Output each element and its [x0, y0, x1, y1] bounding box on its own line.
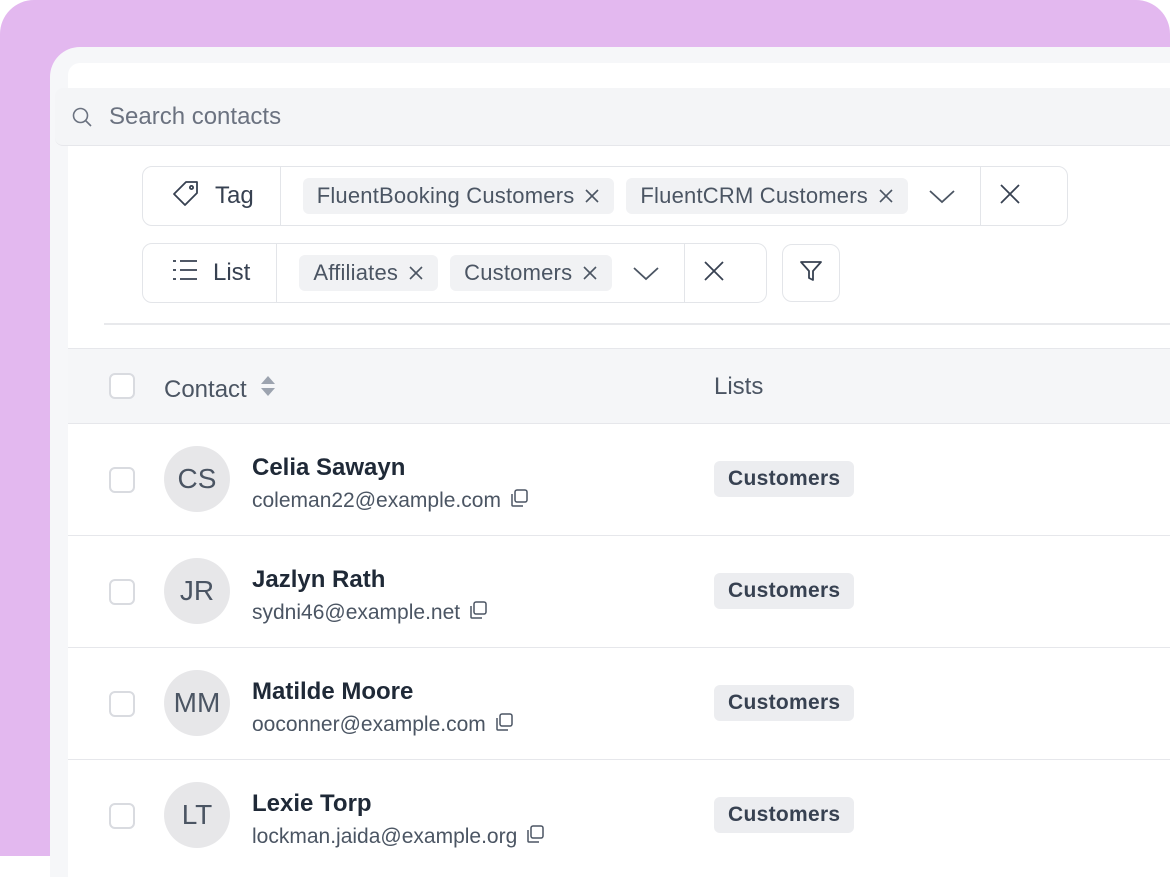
contact-email: lockman.jaida@example.org: [252, 825, 518, 848]
list-chip: Customers: [450, 255, 613, 291]
list-chip-label: Customers: [464, 260, 573, 285]
tag-chip: FluentCRM Customers: [626, 178, 908, 214]
list-filter-field[interactable]: List: [143, 244, 278, 302]
lists-header-label: Lists: [714, 373, 764, 400]
copy-icon[interactable]: [468, 600, 488, 626]
close-icon[interactable]: [582, 186, 602, 206]
row-checkbox[interactable]: [109, 803, 135, 829]
row-checkbox[interactable]: [109, 579, 135, 605]
tag-chips: FluentBooking Customers FluentCRM Custom…: [281, 167, 980, 225]
copy-icon[interactable]: [525, 824, 545, 850]
select-all-checkbox[interactable]: [109, 373, 135, 399]
table-row[interactable]: CS Celia Sawayn coleman22@example.com Cu…: [68, 424, 1170, 536]
list-badge: Customers: [714, 797, 855, 833]
row-checkbox[interactable]: [109, 467, 135, 493]
contact-name[interactable]: Celia Sawayn: [252, 454, 405, 482]
contact-email-wrap: sydni46@example.net: [252, 600, 488, 626]
tag-filter-field[interactable]: Tag: [143, 167, 281, 225]
close-icon[interactable]: [876, 186, 896, 206]
close-icon[interactable]: [580, 263, 600, 283]
close-icon: [702, 259, 726, 288]
search-bar[interactable]: [55, 88, 1170, 146]
list-filter: List Affiliates Customers: [142, 243, 767, 303]
list-icon: [171, 258, 199, 289]
contact-column-header[interactable]: Contact: [164, 373, 277, 406]
avatar: JR: [164, 558, 230, 624]
tag-filter-label: Tag: [215, 182, 254, 209]
avatar: CS: [164, 446, 230, 512]
clear-list-filter-button[interactable]: [684, 244, 743, 302]
list-badge: Customers: [714, 461, 855, 497]
list-chip-label: Affiliates: [313, 260, 399, 285]
table-row[interactable]: LT Lexie Torp lockman.jaida@example.org …: [68, 760, 1170, 856]
filter-icon: [798, 258, 824, 289]
list-badge: Customers: [714, 573, 855, 609]
chevron-down-icon[interactable]: [922, 176, 962, 216]
copy-icon[interactable]: [494, 712, 514, 738]
table-row[interactable]: JR Jazlyn Rath sydni46@example.net Custo…: [68, 536, 1170, 648]
avatar: MM: [164, 670, 230, 736]
tag-chip-label: FluentBooking Customers: [316, 183, 575, 208]
contact-email-wrap: ooconner@example.com: [252, 712, 514, 738]
contact-email-wrap: lockman.jaida@example.org: [252, 824, 545, 850]
close-icon[interactable]: [406, 263, 426, 283]
sort-icon[interactable]: [259, 373, 277, 406]
contact-name[interactable]: Matilde Moore: [252, 678, 413, 706]
filter-button[interactable]: [782, 244, 840, 302]
search-icon: [69, 104, 95, 130]
lists-column-header: Lists: [714, 373, 763, 401]
list-badge: Customers: [714, 685, 855, 721]
table-row[interactable]: MM Matilde Moore ooconner@example.com Cu…: [68, 648, 1170, 760]
table-header: Contact Lists: [68, 348, 1170, 424]
contact-email: coleman22@example.com: [252, 489, 501, 512]
list-chip: Affiliates: [299, 255, 439, 291]
contact-header-label: Contact: [164, 375, 247, 403]
contact-email: sydni46@example.net: [252, 601, 461, 624]
contact-email-wrap: coleman22@example.com: [252, 488, 529, 514]
list-chips: Affiliates Customers: [277, 244, 684, 302]
tag-chip-label: FluentCRM Customers: [640, 183, 868, 208]
tag-filter: Tag FluentBooking Customers FluentCRM Cu…: [142, 166, 1068, 226]
clear-tag-filter-button[interactable]: [979, 167, 1039, 225]
section-divider: [104, 323, 1170, 325]
chevron-down-icon[interactable]: [626, 253, 666, 293]
copy-icon[interactable]: [509, 488, 529, 514]
close-icon: [998, 182, 1022, 211]
contact-name[interactable]: Lexie Torp: [252, 790, 372, 818]
contact-email: ooconner@example.com: [252, 713, 486, 736]
contact-name[interactable]: Jazlyn Rath: [252, 566, 385, 594]
row-checkbox[interactable]: [109, 691, 135, 717]
search-input[interactable]: [107, 101, 711, 132]
tag-icon: [171, 178, 201, 215]
list-filter-label: List: [213, 259, 251, 286]
avatar: LT: [164, 782, 230, 848]
tag-chip: FluentBooking Customers: [302, 178, 615, 214]
